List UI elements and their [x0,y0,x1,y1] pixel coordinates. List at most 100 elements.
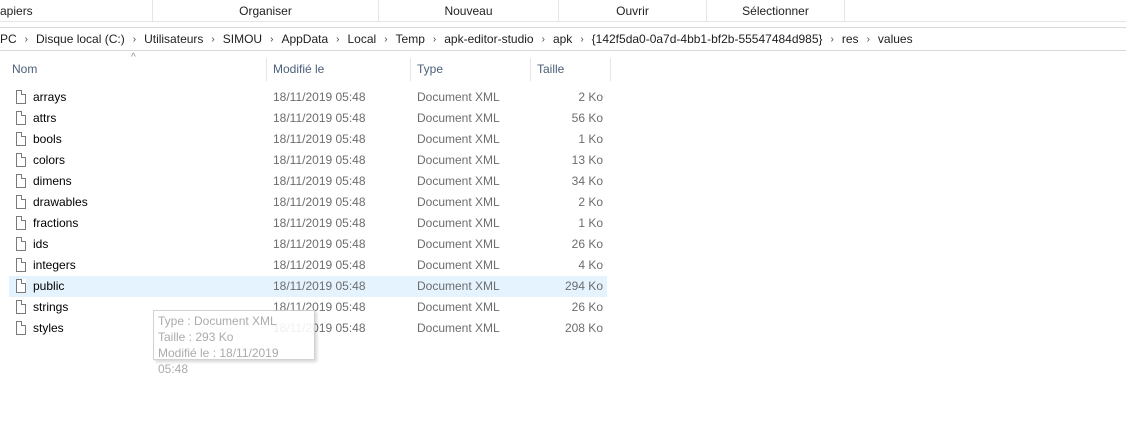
chevron-right-icon[interactable]: › [22,34,31,45]
file-name: strings [33,300,69,314]
chevron-right-icon[interactable]: › [430,34,439,45]
file-size: 4 Ko [578,258,603,272]
file-size: 2 Ko [578,195,603,209]
chevron-right-icon[interactable]: › [130,34,139,45]
file-name: fractions [33,216,79,230]
file-type: Document XML [417,90,500,104]
ribbon-group-organiser[interactable]: Organiser [153,0,379,21]
file-type: Document XML [417,321,500,335]
file-icon [16,90,26,104]
file-date: 18/11/2019 05:48 [273,174,366,188]
file-name: styles [33,321,64,335]
ribbon-group-ouvrir[interactable]: Ouvrir [559,0,707,21]
ribbon-group-label: apiers [0,4,33,18]
breadcrumb-item[interactable]: Temp [391,32,430,46]
file-tooltip: Type : Document XML Taille : 293 Ko Modi… [153,310,315,376]
tooltip-size: Taille : 293 Ko [158,330,234,344]
breadcrumb-item[interactable]: apk [548,32,577,46]
column-header-size[interactable]: Taille [531,58,611,81]
file-icon [16,195,26,209]
tooltip-date: Modifié le : 18/11/2019 05:48 [158,346,279,376]
column-header-label: Nom [12,62,38,76]
file-name: dimens [33,174,72,188]
breadcrumb-item[interactable]: res [837,32,864,46]
file-icon [16,153,26,167]
file-icon [16,174,26,188]
column-header-label: Taille [537,62,565,76]
chevron-right-icon[interactable]: › [333,34,342,45]
file-name: colors [33,153,66,167]
chevron-right-icon[interactable]: › [381,34,390,45]
ribbon-group-label: Organiser [239,4,292,18]
column-header-date[interactable]: Modifié le [267,58,411,81]
chevron-right-icon[interactable]: › [267,34,276,45]
chevron-right-icon[interactable]: › [864,34,873,45]
file-row[interactable]: drawables 18/11/2019 05:48 Document XML 2 K… [9,192,607,213]
column-header-type[interactable]: Type [411,58,531,81]
breadcrumb-item[interactable]: apk-editor-studio [439,32,538,46]
ribbon-group-label: Sélectionner [742,4,809,18]
file-size: 34 Ko [571,174,603,188]
breadcrumb-item[interactable]: PC [0,32,22,46]
file-size: 2 Ko [578,90,603,104]
breadcrumb-item[interactable]: AppData [276,32,333,46]
file-row[interactable]: bools 18/11/2019 05:48 Document XML 1 Ko [9,129,607,150]
file-row[interactable]: arrays 18/11/2019 05:48 Document XML 2 Ko [9,87,607,108]
breadcrumb: PC › Disque local (C:) › Utilisateurs › SIMOU ›… [0,28,918,50]
ribbon-group-label: Ouvrir [616,4,649,18]
file-icon [16,132,26,146]
file-row[interactable]: public 18/11/2019 05:48 Document XML 294 Ko [9,276,607,297]
file-size: 26 Ko [571,300,603,314]
breadcrumb-item[interactable]: Disque local (C:) [31,32,130,46]
address-bar[interactable]: PC › Disque local (C:) › Utilisateurs › SIMOU ›… [0,27,1126,51]
file-row[interactable]: attrs 18/11/2019 05:48 Document XML 56 Ko [9,108,607,129]
chevron-right-icon[interactable]: › [828,34,837,45]
file-row[interactable]: integers 18/11/2019 05:48 Document XML 4 Ko [9,255,607,276]
breadcrumb-item[interactable]: values [873,32,918,46]
file-date: 18/11/2019 05:48 [273,237,366,251]
file-icon [16,279,26,293]
column-header-name[interactable]: Nom [9,58,267,81]
file-icon [16,237,26,251]
column-header-label: Type [417,62,444,76]
file-date: 18/11/2019 05:48 [273,195,366,209]
file-icon [16,321,26,335]
file-name: bools [33,132,62,146]
file-icon [16,258,26,272]
file-size: 56 Ko [571,111,603,125]
file-size: 1 Ko [578,216,603,230]
file-type: Document XML [417,111,500,125]
ribbon: apiers Organiser Nouveau Ouvrir Sélectio… [0,0,1126,22]
file-type: Document XML [417,237,500,251]
ribbon-group-selectionner[interactable]: Sélectionner [707,0,845,21]
file-icon [16,300,26,314]
file-size: 13 Ko [571,153,603,167]
ribbon-group-label: Nouveau [444,4,493,18]
file-row[interactable]: colors 18/11/2019 05:48 Document XML 13 Ko [9,150,607,171]
file-date: 18/11/2019 05:48 [273,279,366,293]
file-type: Document XML [417,300,500,314]
chevron-right-icon[interactable]: › [208,34,217,45]
file-date: 18/11/2019 05:48 [273,132,366,146]
file-row[interactable]: ids 18/11/2019 05:48 Document XML 26 Ko [9,234,607,255]
file-name: arrays [33,90,67,104]
tooltip-type: Type : Document XML [158,314,277,328]
file-type: Document XML [417,195,500,209]
chevron-right-icon[interactable]: › [577,34,586,45]
ribbon-group-nouveau[interactable]: Nouveau [379,0,559,21]
ribbon-group-clipboard[interactable]: apiers [0,0,153,21]
file-type: Document XML [417,132,500,146]
chevron-right-icon[interactable]: › [539,34,548,45]
file-size: 1 Ko [578,132,603,146]
breadcrumb-item[interactable]: Local [343,32,382,46]
breadcrumb-item[interactable]: SIMOU [218,32,267,46]
file-type: Document XML [417,258,500,272]
file-row[interactable]: fractions 18/11/2019 05:48 Document XML 1 K… [9,213,607,234]
file-name: drawables [33,195,88,209]
file-size: 26 Ko [571,237,603,251]
file-date: 18/11/2019 05:48 [273,153,366,167]
breadcrumb-item[interactable]: Utilisateurs [139,32,208,46]
breadcrumb-item[interactable]: {142f5da0-0a7d-4bb1-bf2b-55547484d985} [587,32,828,46]
file-size: 208 Ko [564,321,603,335]
file-row[interactable]: dimens 18/11/2019 05:48 Document XML 34 Ko [9,171,607,192]
